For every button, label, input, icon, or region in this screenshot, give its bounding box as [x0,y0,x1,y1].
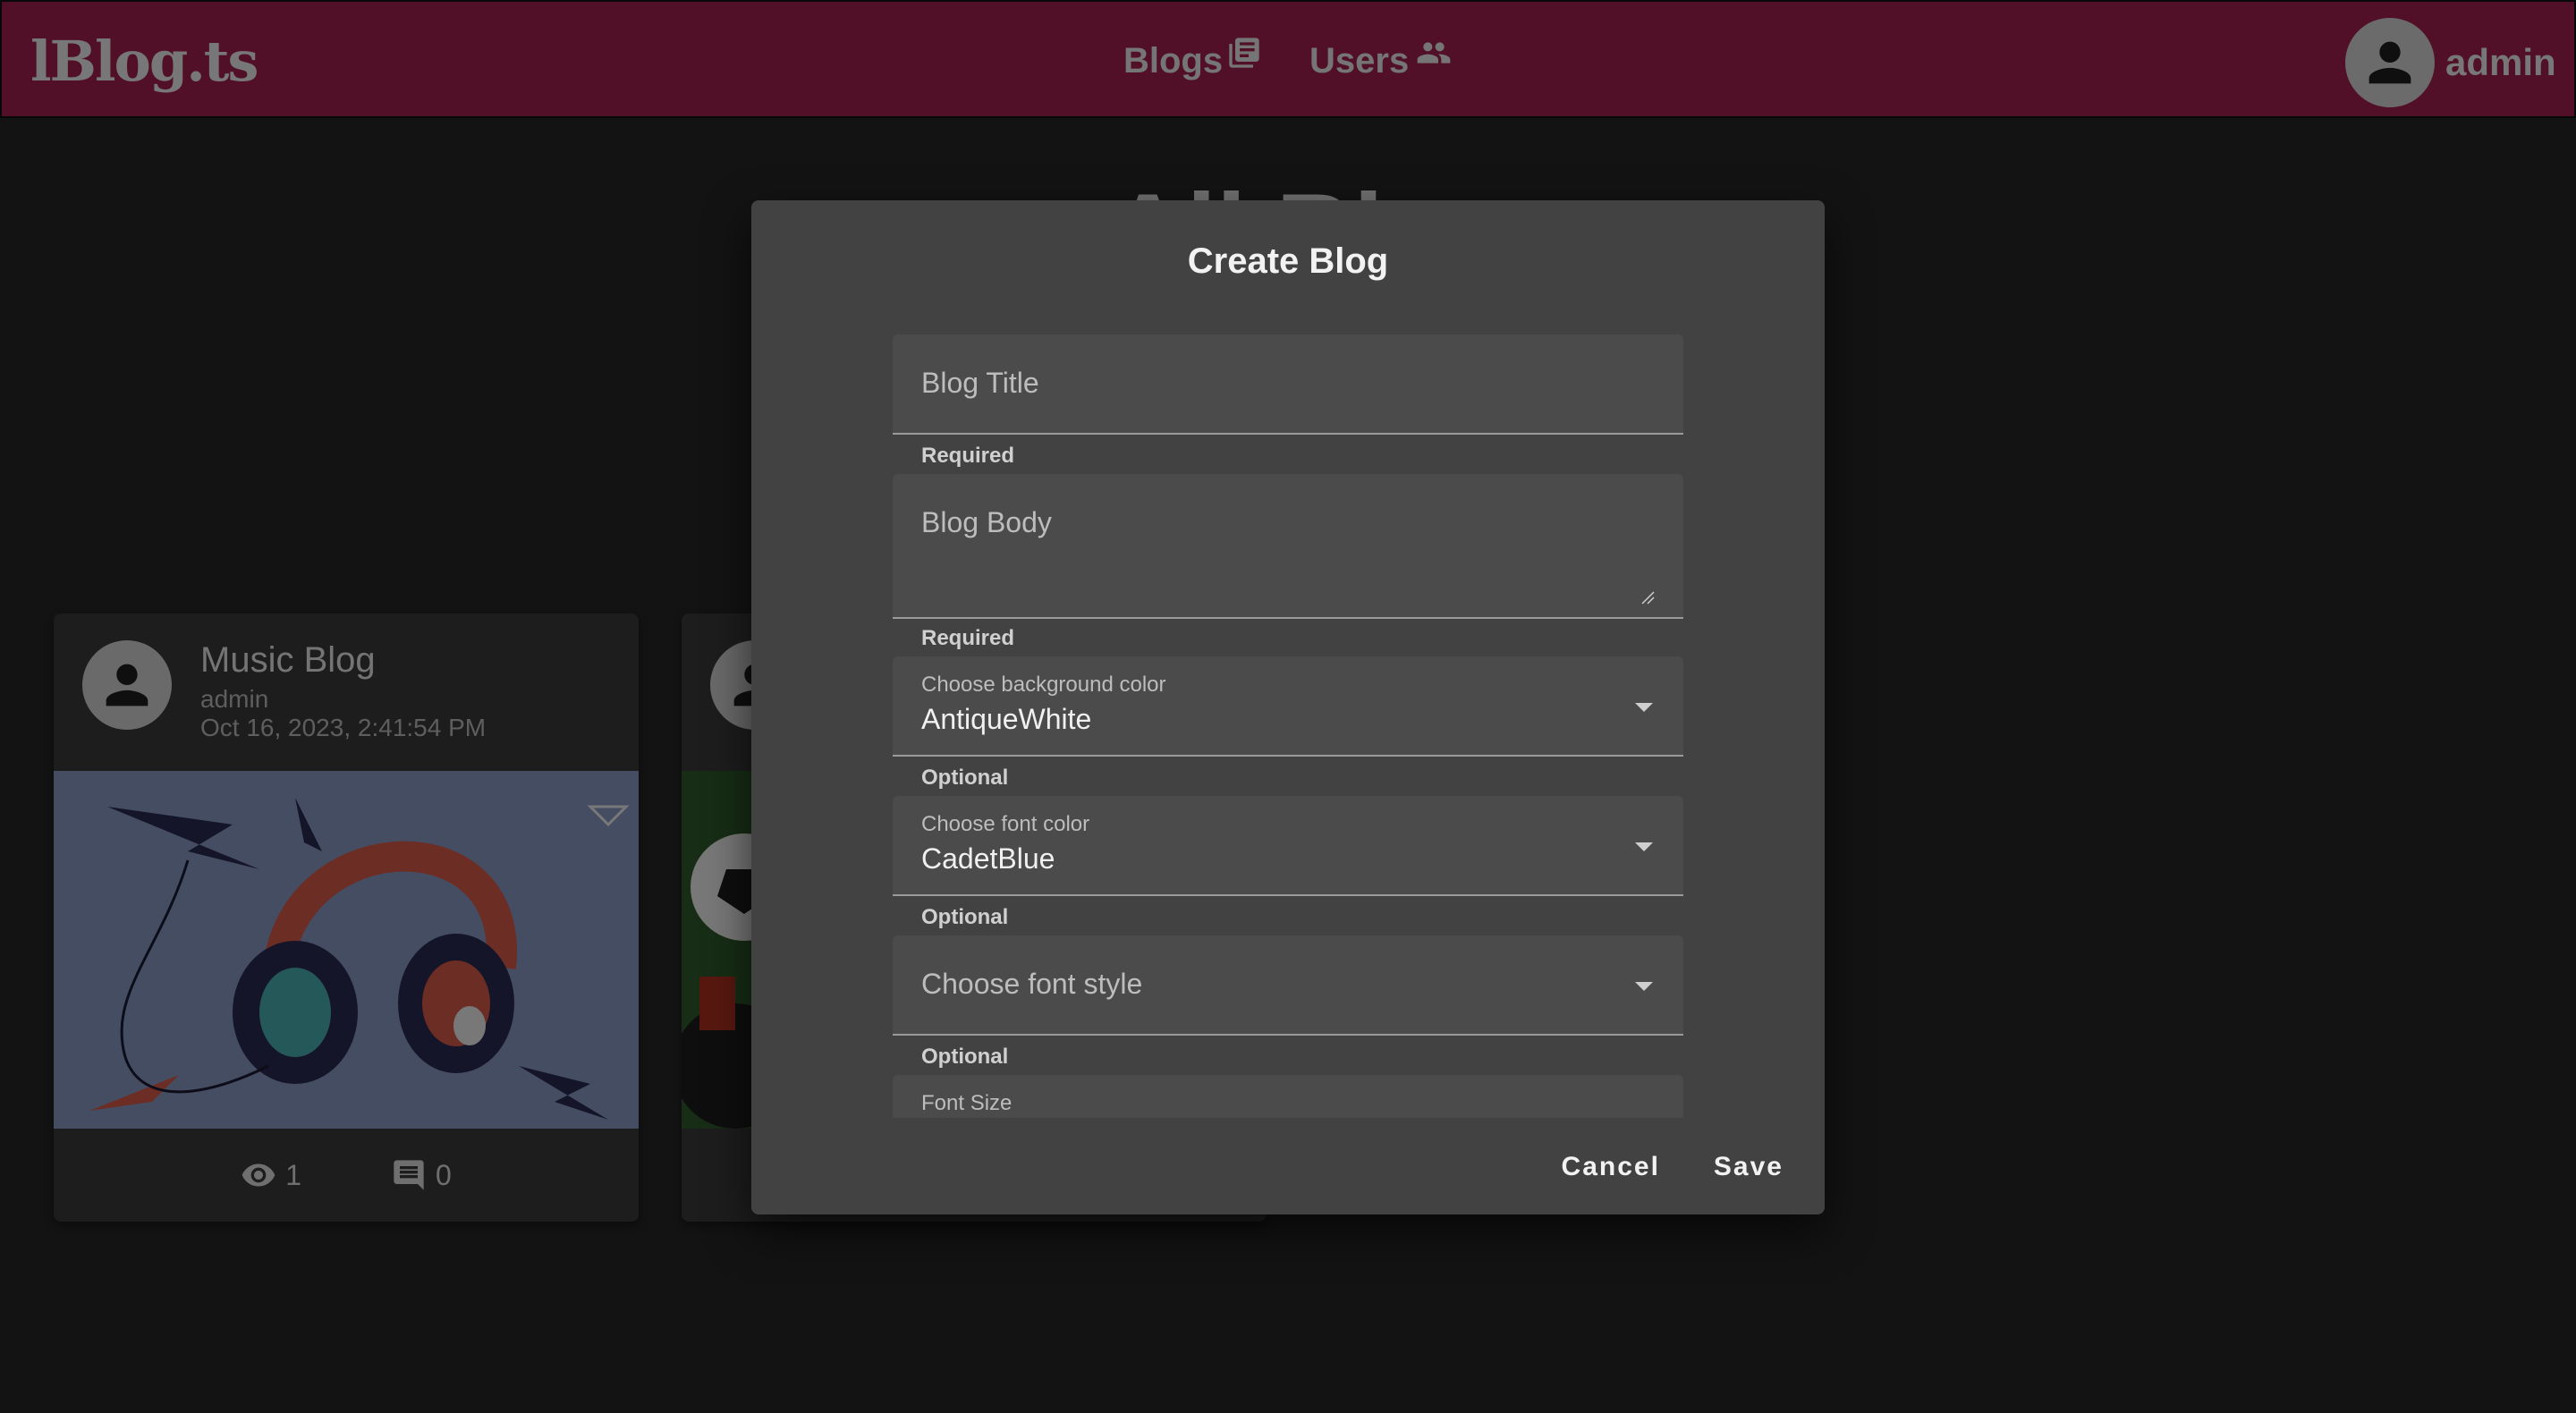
blog-title-placeholder: Blog Title [921,367,1039,399]
resize-handle-icon[interactable] [1640,590,1655,605]
cancel-button[interactable]: Cancel [1562,1152,1660,1182]
font-style-helper: Optional [921,1045,1009,1069]
chevron-down-icon [1635,842,1653,851]
blog-title-input[interactable]: Blog Title [893,334,1683,435]
chevron-down-icon [1635,982,1653,991]
background-color-helper: Optional [921,766,1009,790]
dialog-title: Create Blog [1187,241,1389,281]
dialog-actions: Cancel Save [1562,1152,1784,1182]
save-button[interactable]: Save [1714,1152,1784,1182]
font-style-placeholder: Choose font style [921,968,1143,1000]
create-blog-dialog: Create Blog Blog Title Required Blog Bod… [751,200,1825,1214]
blog-body-placeholder: Blog Body [921,506,1052,538]
font-color-helper: Optional [921,905,1009,929]
background-color-label: Choose background color [921,673,1166,697]
background-color-value: AntiqueWhite [921,703,1092,735]
font-size-label: Font Size [921,1091,1013,1115]
chevron-down-icon [1635,703,1653,712]
blog-title-helper: Required [921,444,1015,468]
dialog-scroll-area[interactable]: Blog Title Required Blog Body Required C… [893,313,1683,1118]
font-color-value: CadetBlue [921,842,1055,875]
background-color-select[interactable]: Choose background color AntiqueWhite [893,656,1683,757]
font-color-label: Choose font color [921,812,1090,836]
blog-body-helper: Required [921,626,1015,650]
font-color-select[interactable]: Choose font color CadetBlue [893,796,1683,896]
font-size-input[interactable]: Font Size 18 [893,1075,1683,1118]
font-style-select[interactable]: Choose font style [893,935,1683,1036]
blog-body-textarea[interactable]: Blog Body [893,474,1683,619]
